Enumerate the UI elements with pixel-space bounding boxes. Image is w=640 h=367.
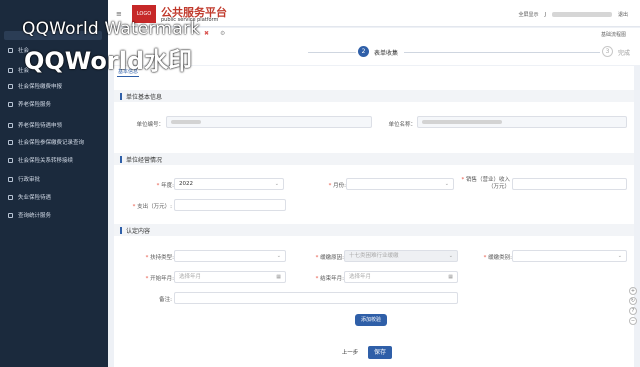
sidebar-item-pension-benefit-claim[interactable]: 养老保险待遇申领 [0,117,108,133]
save-button[interactable]: 保存 [368,346,392,359]
year-select[interactable]: 2022 ⌄ [174,178,284,190]
type-label: * 缓缴类别: [483,255,512,261]
menu-item-icon [8,139,13,145]
watermark-line-2: QQWorld水印 [24,47,193,75]
sidebar-item-statistics-query[interactable]: 查询统计服务 [0,207,108,223]
help-icon[interactable]: ? [629,307,637,315]
menu-item-icon [8,83,13,89]
reason-select: 十七类困难行业缓缴 ⌄ [344,250,458,262]
chevron-down-icon: ⌄ [448,253,453,259]
sidebar-item-unemployment-benefit[interactable]: 失业保险待遇 [0,189,108,205]
previous-step-button[interactable]: 上一步 [338,347,362,359]
sidebar-item-label: 失业保险待遇 [18,195,52,201]
sidebar-item-administrative-approval[interactable]: 行政审批 [0,171,108,187]
logout-button[interactable]: 退出 [618,11,628,18]
menu-item-icon [8,212,13,218]
month-select[interactable]: ⌄ [346,178,454,190]
unit-code-field [166,116,372,128]
menu-item-icon [8,101,13,107]
expense-label: * 支出（万元）: [132,204,172,210]
add-verification-button[interactable]: 添加校验 [355,314,387,326]
revenue-input[interactable] [512,178,627,190]
user-name-blurred [551,12,612,17]
sidebar-item-contribution-declaration[interactable]: 社会保险缴费申报 [0,78,108,94]
zoom-out-icon[interactable]: − [629,317,637,325]
unit-name-field [417,116,627,128]
sidebar-item-label: 查询统计服务 [18,213,52,219]
month-label: * 月份: [328,183,346,189]
sidebar-item-relationship-transfer[interactable]: 社会保险关系转移接续 [0,152,108,168]
category-select[interactable]: ⌄ [174,250,286,262]
zoom-in-icon[interactable]: + [629,287,637,295]
section-unit-basic-info: 单位基本信息 [114,90,634,102]
header-right-tools: 全屏显示 J 退出 [518,11,628,19]
step-2-label: 表单收集 [374,50,399,57]
step-3-circle: 3 [602,46,613,57]
start-month-label: * 开始年月: [145,276,174,282]
section-title: 认定内容 [126,227,151,235]
refresh-icon[interactable]: ↻ [629,297,637,305]
section-marker [120,92,122,100]
sidebar-item-label: 社会保险参保缴费记录查询 [18,140,85,146]
type-select[interactable]: ⌄ [512,250,627,262]
menu-item-icon [8,176,13,182]
remark-input[interactable] [174,292,458,304]
gear-icon[interactable]: ⚙ [220,30,225,37]
sidebar-item-label: 养老保险服务 [18,102,52,108]
menu-item-icon [8,47,13,53]
form-content: 基本信息 单位基本信息 单位编号： 单位名称： 单位经营情况 * 年度: 202… [114,66,634,367]
sidebar-item-label: 社会保险关系转移接续 [18,158,74,164]
section-marker [120,226,122,234]
reason-label: * 缓缴原因: [315,255,344,261]
tab-close-icon[interactable]: ✖ [204,30,209,37]
menu-item-icon [8,194,13,200]
end-month-label: * 结束年月: [315,276,344,282]
unit-name-label: 单位名称： [388,122,416,128]
blurred-value [171,120,201,124]
step-connector [404,52,600,53]
step-3-label: 完成 [618,50,631,57]
end-month-picker[interactable]: 选择年月 ▦ [344,271,458,283]
sidebar-item-contribution-record-query[interactable]: 社会保险参保缴费记录查询 [0,134,108,150]
chevron-down-icon: ⌄ [617,253,622,259]
calendar-icon: ▦ [276,274,281,280]
user-initial: J [544,11,546,18]
hamburger-menu-icon[interactable]: ≡ [116,10,122,18]
start-month-picker[interactable]: 选择年月 ▦ [174,271,286,283]
section-unit-operation: 单位经营情况 [114,153,634,165]
expense-input[interactable] [174,199,286,211]
chevron-down-icon: ⌄ [444,181,449,187]
watermark-line-1: QQWorld Watermark [22,19,201,39]
new-process-link[interactable]: 基础流程图 [601,31,626,38]
menu-item-icon [8,67,13,73]
category-label: * 扶持类型: [145,255,174,261]
remark-label: 备注: [159,297,172,303]
section-title: 单位经营情况 [126,156,163,164]
step-2-circle: 2 [358,46,369,57]
year-label: * 年度: [156,183,174,189]
right-floating-tools: + ↻ ? − [629,287,638,325]
chevron-down-icon: ⌄ [274,181,279,187]
sidebar-item-label: 行政审批 [18,177,41,183]
section-recognition: 认定内容 [114,224,634,236]
menu-item-icon [8,122,13,128]
chevron-down-icon: ⌄ [276,253,281,259]
section-marker [120,155,122,163]
section-title: 单位基本信息 [126,93,163,101]
step-connector [308,52,356,53]
sidebar-item-pension-service[interactable]: 养老保险服务 [0,96,108,112]
sidebar-item-label: 社会保险缴费申报 [18,84,63,90]
menu-item-icon [8,157,13,163]
fullscreen-button[interactable]: 全屏显示 [518,11,538,18]
sidebar-item-label: 养老保险待遇申领 [18,123,63,129]
unit-code-label: 单位编号： [136,122,164,128]
calendar-icon: ▦ [448,274,453,280]
blurred-value [422,120,502,124]
revenue-label: * 销售（营业）收入 （万元） [461,177,510,190]
